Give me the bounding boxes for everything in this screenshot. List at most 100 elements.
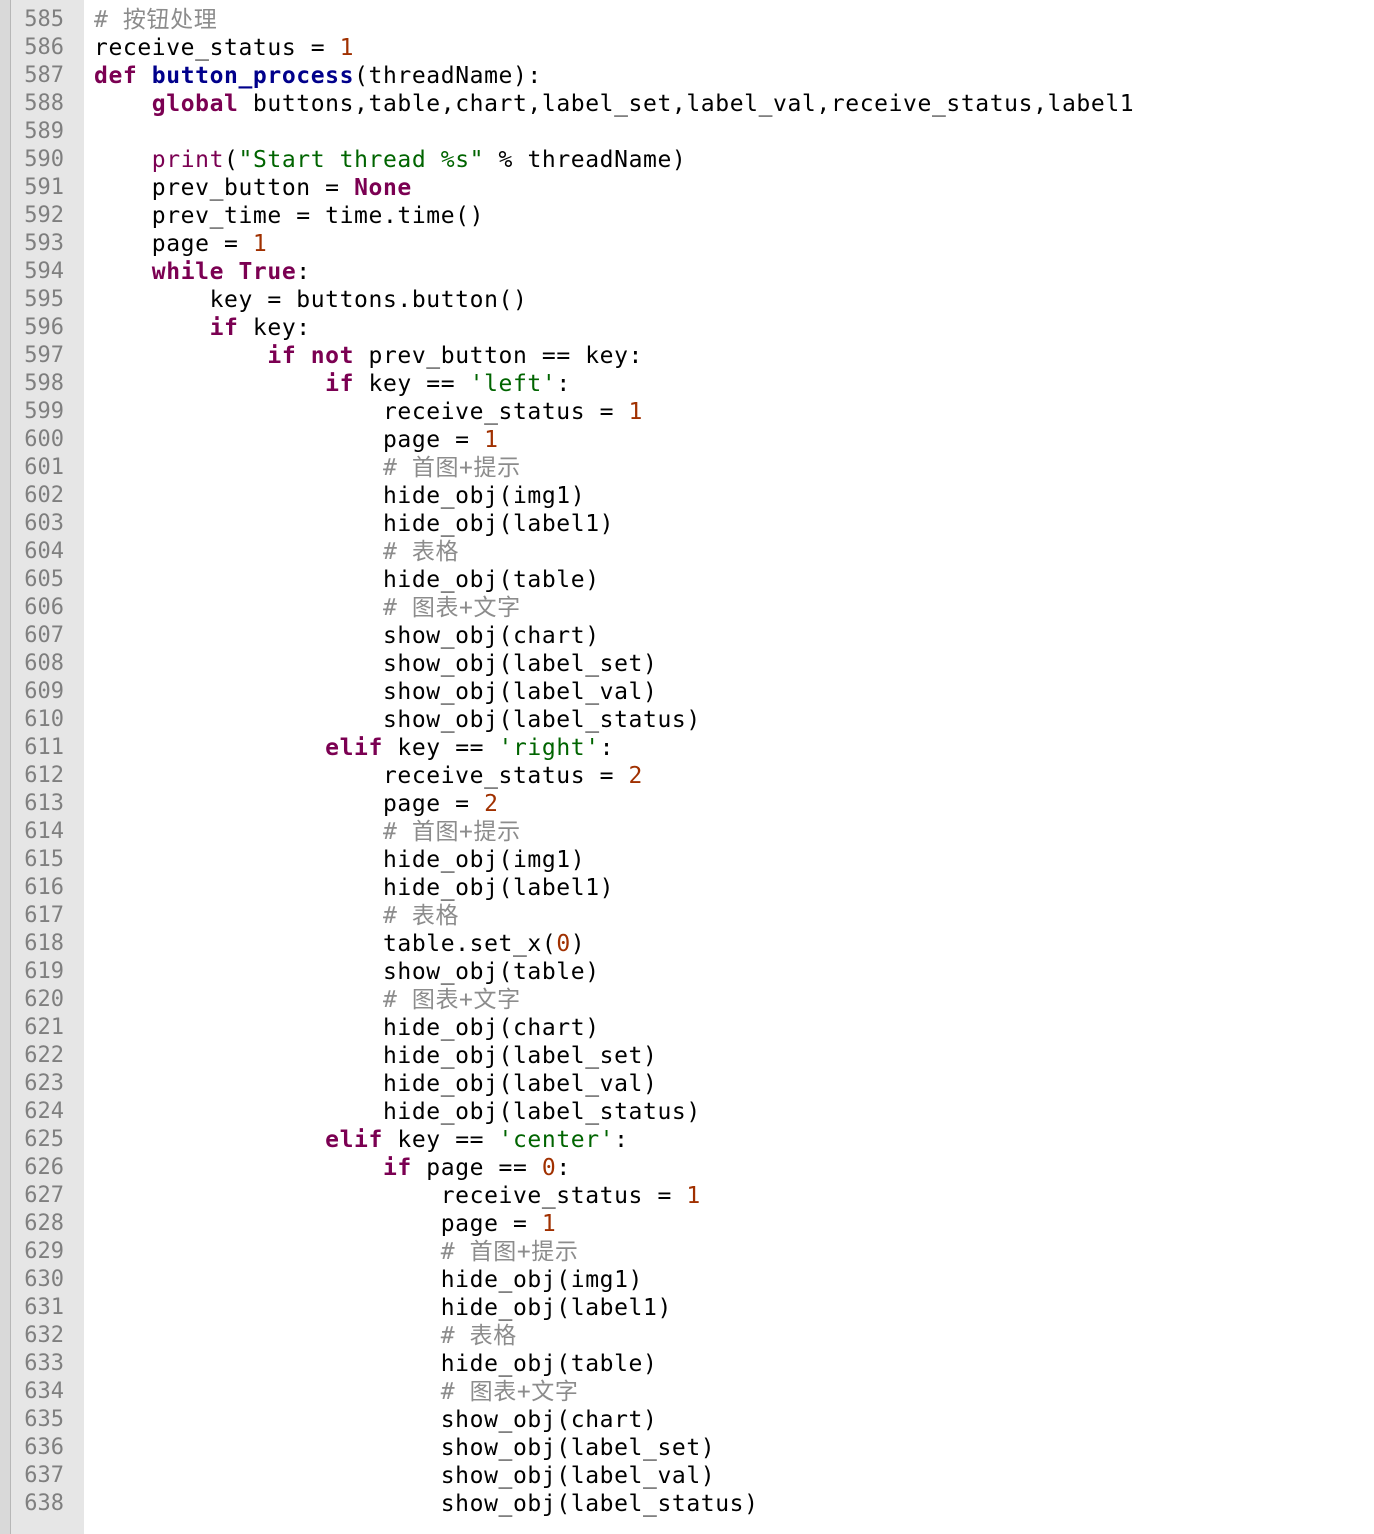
code-line: show_obj(label_status) <box>94 706 701 734</box>
code-token: # 图表+文字 <box>440 1379 579 1405</box>
code-line: # 首图+提示 <box>94 818 521 846</box>
line-number: 609 <box>24 679 64 704</box>
code-token: : <box>599 735 615 761</box>
line-number: 614 <box>24 819 64 844</box>
line-number: 621 <box>24 1015 64 1040</box>
code-line: receive_status = 1 <box>94 398 643 426</box>
code-line: # 首图+提示 <box>94 1238 578 1266</box>
code-token: if <box>209 315 239 341</box>
code-line: # 首图+提示 <box>94 454 521 482</box>
code-token: print <box>151 147 225 173</box>
code-token: 1 <box>686 1183 701 1209</box>
line-number: 601 <box>24 455 64 480</box>
code-token: receive_status = <box>94 35 340 61</box>
line-number: 632 <box>24 1323 64 1348</box>
line-number: 622 <box>24 1043 64 1068</box>
code-token: # 首图+提示 <box>382 455 521 481</box>
code-line: show_obj(label_val) <box>94 1462 715 1490</box>
code-line: receive_status = 1 <box>94 1182 701 1210</box>
line-number: 610 <box>24 707 64 732</box>
code-token: % threadName) <box>484 147 687 173</box>
code-line: # 按钮处理 <box>94 6 217 34</box>
code-line: hide_obj(img1) <box>94 1266 643 1294</box>
line-number: 605 <box>24 567 64 592</box>
code-editor[interactable]: 585 586 587 588 589 590 591 592 593 594 595 596 597 5… <box>0 0 1374 1534</box>
code-line: # 表格 <box>94 538 459 566</box>
line-number: 594 <box>24 259 64 284</box>
code-token: elif <box>325 735 383 761</box>
line-number: 624 <box>24 1099 64 1124</box>
code-line: page = 1 <box>94 1210 556 1238</box>
code-token: buttons,table,chart,label_set,label_val,… <box>238 91 1135 117</box>
code-line: hide_obj(label1) <box>94 874 614 902</box>
code-line: def button_process(threadName): <box>94 62 542 90</box>
code-token: hide_obj(label_set) <box>94 1043 658 1069</box>
code-token: table.set_x( <box>94 931 557 957</box>
code-line: show_obj(table) <box>94 958 600 986</box>
code-line: while True: <box>94 258 311 286</box>
code-token: show_obj(label_val) <box>94 1463 716 1489</box>
line-number: 627 <box>24 1183 64 1208</box>
code-token: 1 <box>541 1211 557 1237</box>
line-number: 635 <box>24 1407 64 1432</box>
code-line: print("Start thread %s" % threadName) <box>94 146 686 174</box>
line-number: 607 <box>24 623 64 648</box>
code-line: if key: <box>94 314 311 342</box>
code-line: elif key == 'right': <box>94 734 614 762</box>
code-token: hide_obj(label1) <box>94 511 615 537</box>
code-token: show_obj(label_val) <box>94 679 658 705</box>
code-line: prev_time = time.time() <box>94 202 484 230</box>
code-token: if <box>325 371 355 397</box>
code-line: page = 2 <box>94 790 499 818</box>
code-token: hide_obj(img1) <box>94 483 586 509</box>
code-token: "Start thread %s" <box>238 147 485 173</box>
line-number: 616 <box>24 875 64 900</box>
code-token: : <box>556 371 571 397</box>
line-number: 629 <box>24 1239 64 1264</box>
code-line: show_obj(label_status) <box>94 1490 759 1518</box>
code-line: show_obj(label_val) <box>94 678 657 706</box>
line-number: 618 <box>24 931 64 956</box>
line-number: 623 <box>24 1071 64 1096</box>
line-number: 595 <box>24 287 64 312</box>
code-token: while True <box>151 259 297 285</box>
code-token: hide_obj(label1) <box>94 1295 672 1321</box>
code-line: if not prev_button == key: <box>94 342 643 370</box>
line-number: 606 <box>24 595 64 620</box>
line-number: 631 <box>24 1295 64 1320</box>
line-number: 611 <box>24 735 64 760</box>
code-token: page = <box>94 427 485 453</box>
line-number: 612 <box>24 763 64 788</box>
code-token: # 图表+文字 <box>382 987 521 1013</box>
code-line: hide_obj(chart) <box>94 1014 600 1042</box>
code-token: show_obj(table) <box>94 959 600 985</box>
code-line: table.set_x(0) <box>94 930 585 958</box>
code-line: prev_button = None <box>94 174 412 202</box>
code-token: 'left' <box>469 371 557 397</box>
code-token: # 首图+提示 <box>440 1239 579 1265</box>
line-number: 628 <box>24 1211 64 1236</box>
code-line: show_obj(chart) <box>94 622 600 650</box>
code-token: hide_obj(chart) <box>94 1015 600 1041</box>
code-token: receive_status = <box>94 763 629 789</box>
code-token: # 首图+提示 <box>382 819 521 845</box>
line-number: 613 <box>24 791 64 816</box>
code-token: 'center' <box>498 1127 615 1153</box>
code-text-area[interactable]: # 按钮处理 receive_status = 1 def button_proce… <box>84 0 1374 1534</box>
code-token: show_obj(label_status) <box>94 1491 759 1517</box>
code-line: show_obj(chart) <box>94 1406 657 1434</box>
code-token: show_obj(chart) <box>94 1407 658 1433</box>
line-number: 585 <box>24 7 64 32</box>
line-number: 587 <box>24 63 64 88</box>
code-line: hide_obj(table) <box>94 566 600 594</box>
code-token: key == <box>382 735 499 761</box>
line-number: 592 <box>24 203 64 228</box>
